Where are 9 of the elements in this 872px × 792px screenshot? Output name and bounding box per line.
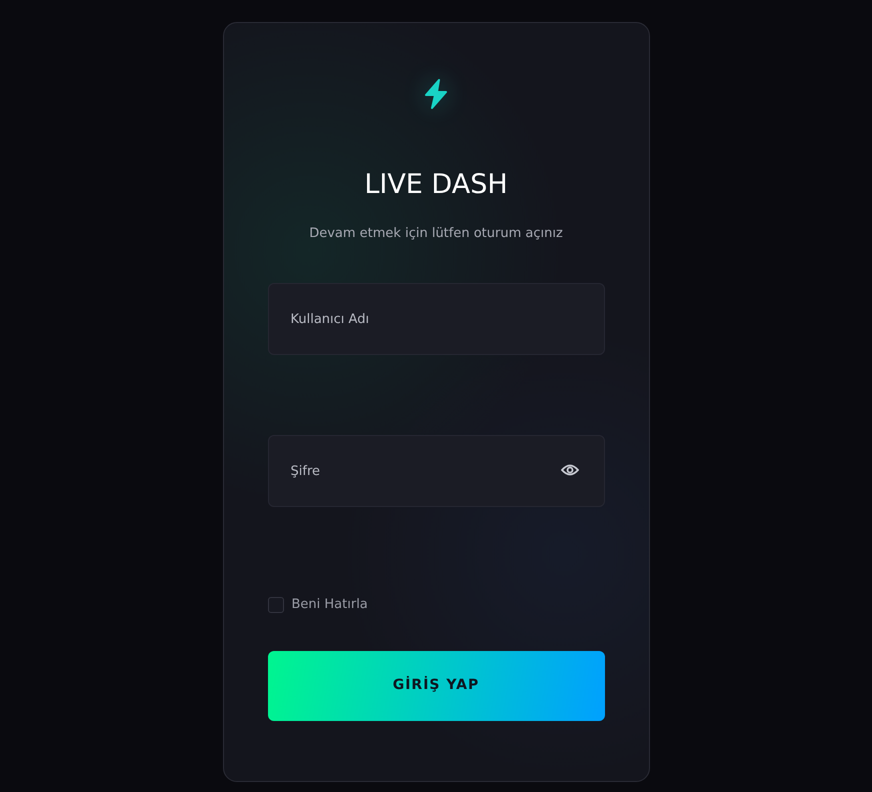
- login-button[interactable]: GİRİŞ YAP: [268, 650, 604, 720]
- username-field[interactable]: Kullanıcı Adı: [268, 283, 604, 355]
- remember-label: Beni Hatırla: [292, 596, 368, 614]
- lightning-icon: [424, 79, 448, 109]
- app-title: LIVE DASH: [364, 168, 508, 202]
- subtitle: Devam etmek için lütfen oturum açınız: [309, 224, 563, 242]
- password-field[interactable]: Şifre: [268, 435, 604, 507]
- show-password-icon[interactable]: [560, 463, 578, 477]
- remember-checkbox[interactable]: [268, 596, 284, 613]
